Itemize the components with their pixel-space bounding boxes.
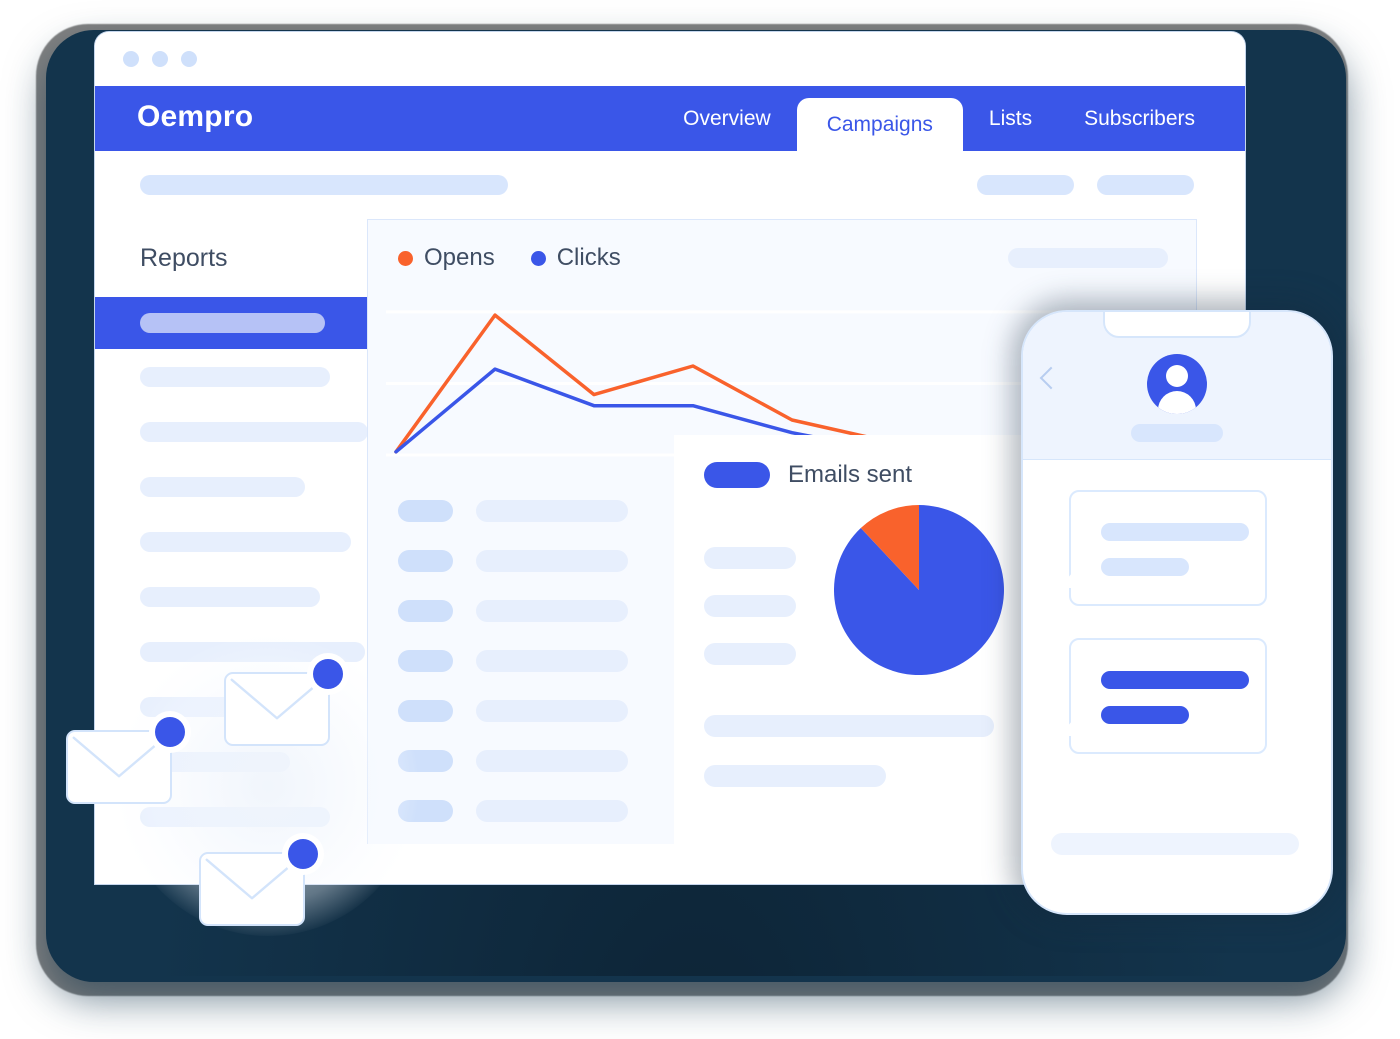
envelope-flap-icon <box>230 678 324 720</box>
contact-name-placeholder <box>1131 424 1223 442</box>
row-tag <box>398 550 453 572</box>
app-navbar: Oempro Overview Campaigns Lists Subscrib… <box>95 86 1245 151</box>
browser-titlebar <box>95 32 1245 86</box>
campaign-list <box>398 490 673 840</box>
bubble-line <box>1101 671 1249 689</box>
bubble-tail <box>1059 558 1086 588</box>
legend-dot-opens-icon <box>398 250 413 266</box>
envelope-flap-icon <box>72 736 166 778</box>
tab-overview[interactable]: Overview <box>657 86 797 151</box>
bubble-tail <box>1059 706 1086 736</box>
legend-label-clicks: Clicks <box>556 244 621 271</box>
page-toolbar <box>95 151 1245 219</box>
chat-bubble-incoming[interactable] <box>1059 490 1267 606</box>
row-text <box>476 800 628 822</box>
tab-lists[interactable]: Lists <box>963 86 1058 151</box>
phone-header <box>1023 312 1331 460</box>
row-text <box>476 600 628 622</box>
envelope-card-3[interactable] <box>199 839 318 926</box>
table-row[interactable] <box>398 790 673 840</box>
avatar-body <box>1158 391 1196 414</box>
table-row[interactable] <box>398 690 673 740</box>
row-tag <box>398 700 453 722</box>
sidebar-item-5[interactable] <box>140 587 320 607</box>
sidebar-heading-reports: Reports <box>140 244 228 272</box>
chevron-left-icon[interactable] <box>1039 366 1063 390</box>
phone-notch <box>1103 312 1251 338</box>
summary-placeholder-2 <box>704 765 886 787</box>
sidebar-item-label-placeholder <box>140 313 325 333</box>
legend-label-opens: Opens <box>424 244 495 271</box>
avatar-head <box>1166 365 1188 387</box>
row-text <box>476 500 628 522</box>
emails-sent-legend: Emails sent <box>704 461 912 489</box>
stat-placeholder-2 <box>704 595 796 617</box>
row-tag <box>398 500 453 522</box>
chat-bubble-outgoing[interactable] <box>1059 638 1267 754</box>
sidebar-item-4[interactable] <box>140 532 351 552</box>
phone-mockup <box>1021 310 1333 915</box>
table-row[interactable] <box>398 490 673 540</box>
envelope-icon <box>224 672 330 746</box>
bubble-line <box>1101 558 1189 576</box>
legend-item-opens[interactable]: Opens <box>398 244 495 272</box>
row-text <box>476 650 628 672</box>
message-input-placeholder[interactable] <box>1051 833 1299 855</box>
table-row[interactable] <box>398 540 673 590</box>
sidebar-item-3[interactable] <box>140 477 305 497</box>
legend-item-clicks[interactable]: Clicks <box>530 244 621 272</box>
close-dot-icon[interactable] <box>123 51 139 67</box>
row-tag <box>398 600 453 622</box>
user-avatar-icon <box>1147 354 1207 414</box>
brand-logo[interactable]: Oempro <box>137 100 253 134</box>
tab-campaigns[interactable]: Campaigns <box>796 98 963 151</box>
illustration-stage: Oempro Overview Campaigns Lists Subscrib… <box>0 0 1400 1039</box>
sidebar-item-active[interactable] <box>95 297 367 349</box>
envelope-badge-icon <box>313 659 343 689</box>
toolbar-button-placeholder-2[interactable] <box>1097 175 1194 195</box>
pie-chart <box>833 505 1004 675</box>
tab-subscribers[interactable]: Subscribers <box>1058 86 1221 151</box>
pie-chart-svg <box>833 505 1004 675</box>
toolbar-button-placeholder-1[interactable] <box>977 175 1074 195</box>
envelope-icon <box>199 852 305 926</box>
stat-placeholder-3 <box>704 643 796 665</box>
envelope-badge-icon <box>288 839 318 869</box>
row-text <box>476 750 628 772</box>
card-action-placeholder[interactable] <box>1008 248 1168 268</box>
envelope-card-2[interactable] <box>224 659 343 746</box>
bubble-line <box>1101 523 1249 541</box>
emails-sent-label: Emails sent <box>788 461 913 488</box>
line-chart-legend: Opens Clicks <box>398 244 621 272</box>
breadcrumb-placeholder <box>140 175 508 195</box>
envelope-card-1[interactable] <box>66 717 185 804</box>
maximize-dot-icon[interactable] <box>181 51 197 67</box>
legend-dot-clicks-icon <box>530 250 546 266</box>
envelope-icon <box>66 730 172 804</box>
table-row[interactable] <box>398 740 673 790</box>
stat-placeholder-1 <box>704 547 796 569</box>
minimize-dot-icon[interactable] <box>152 51 168 67</box>
main-nav-tabs: Overview Campaigns Lists Subscribers <box>657 86 1245 151</box>
table-row[interactable] <box>398 590 673 640</box>
table-row[interactable] <box>398 640 673 690</box>
row-tag <box>398 650 453 672</box>
summary-placeholder-1 <box>704 715 994 737</box>
bubble-line <box>1101 706 1189 724</box>
legend-swatch-emails-sent-icon <box>704 462 770 488</box>
envelope-flap-icon <box>205 858 299 900</box>
sidebar-item-2[interactable] <box>140 422 368 442</box>
sidebar-item-1[interactable] <box>140 367 330 387</box>
row-text <box>476 700 628 722</box>
row-text <box>476 550 628 572</box>
envelope-badge-icon <box>155 717 185 747</box>
